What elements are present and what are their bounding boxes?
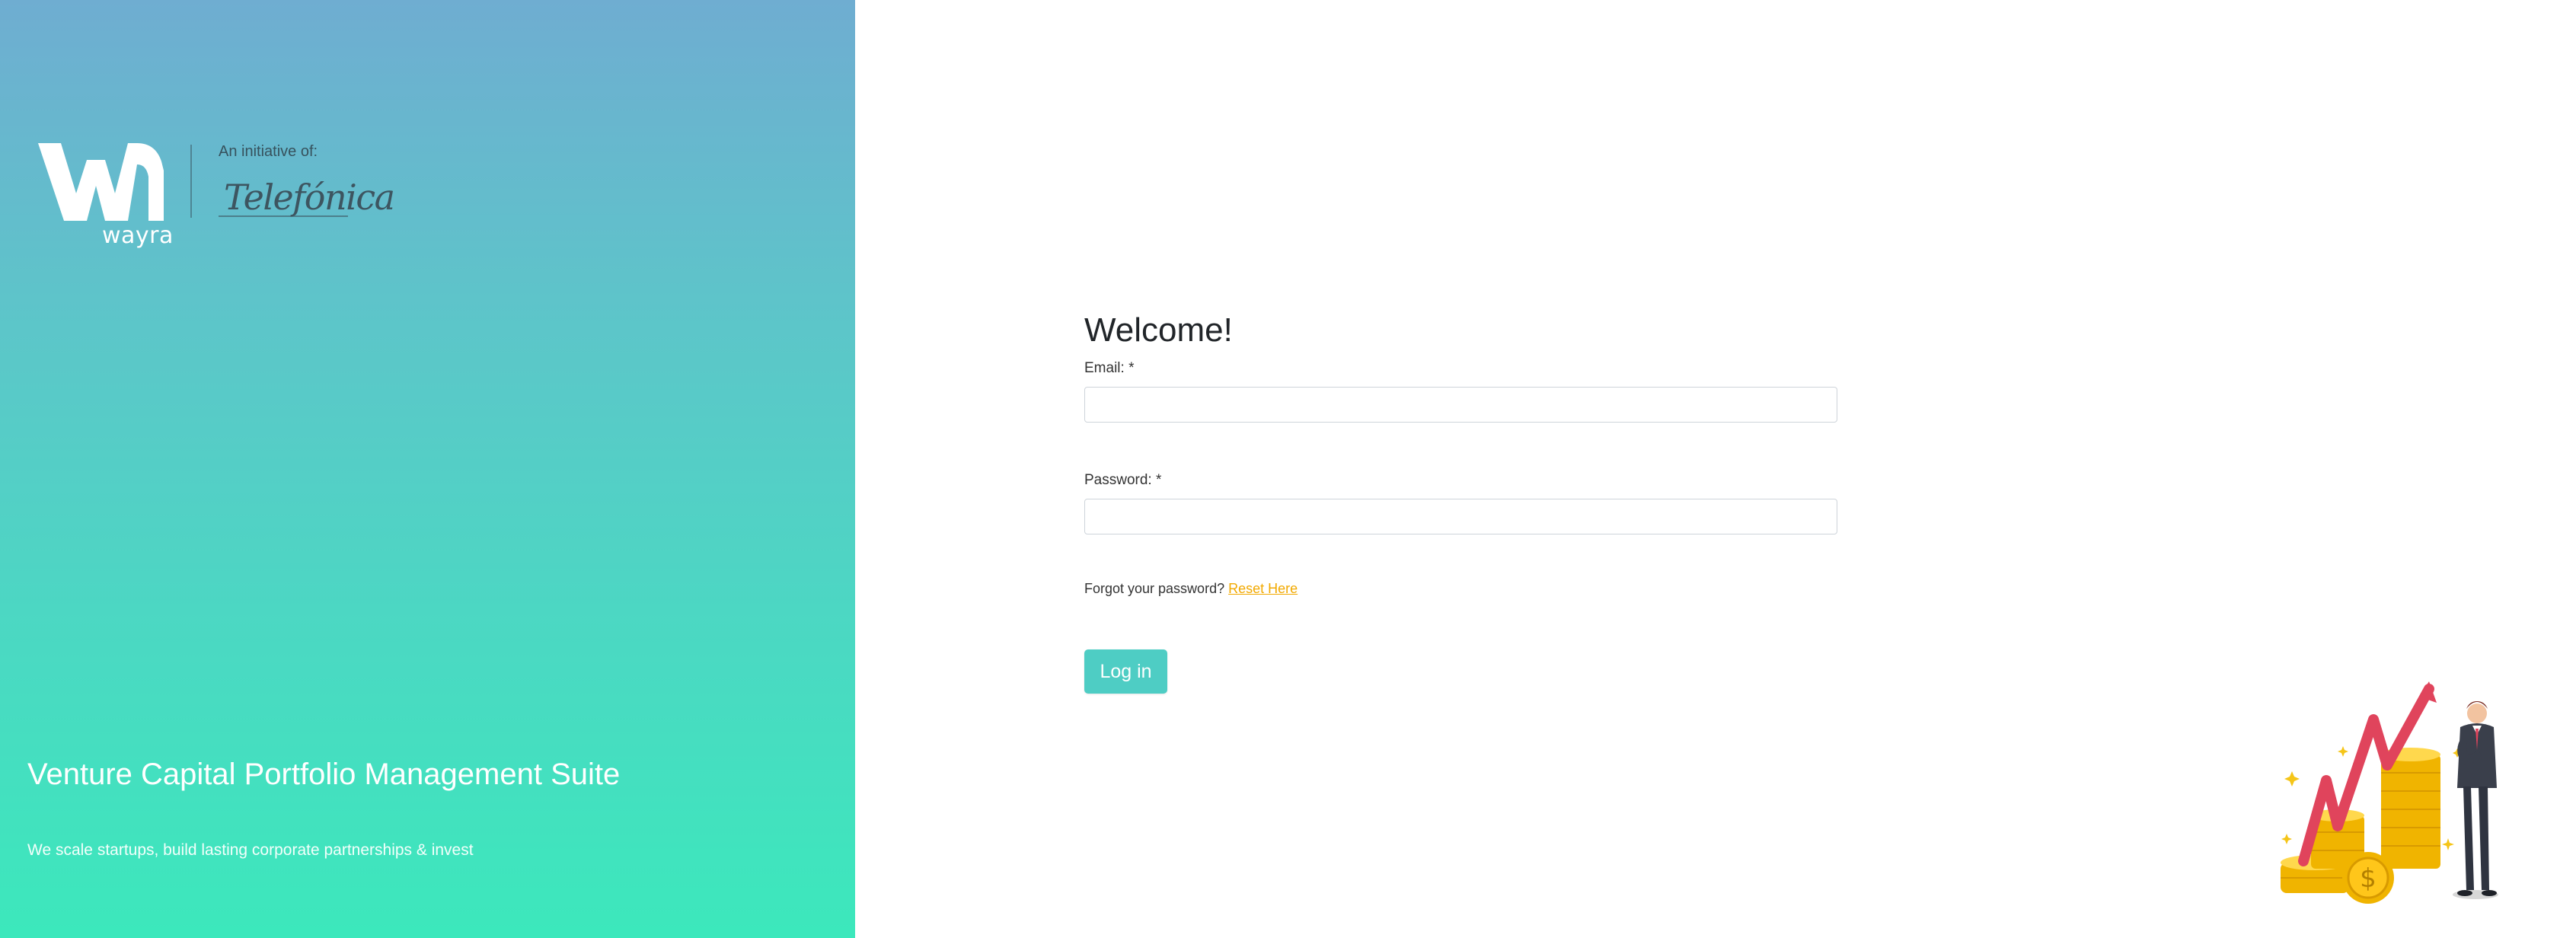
forgot-password-text: Forgot your password? bbox=[1084, 581, 1225, 596]
logo-divider bbox=[190, 145, 192, 218]
email-label: Email: * bbox=[1084, 360, 1135, 376]
suite-subtitle: We scale startups, build lasting corpora… bbox=[27, 841, 474, 859]
hero-panel: wayra An initiative of: Telefónica Ventu… bbox=[0, 0, 855, 938]
telefonica-underline bbox=[219, 215, 348, 217]
initiative-label: An initiative of: bbox=[219, 143, 318, 160]
reset-password-link[interactable]: Reset Here bbox=[1228, 581, 1298, 596]
suite-title: Venture Capital Portfolio Management Sui… bbox=[27, 758, 621, 791]
email-field[interactable] bbox=[1084, 387, 1837, 423]
forgot-password-row: Forgot your password? Reset Here bbox=[1084, 581, 1298, 597]
welcome-heading: Welcome! bbox=[1084, 311, 1233, 349]
login-button[interactable]: Log in bbox=[1084, 649, 1167, 694]
growth-illustration-icon: $ bbox=[2281, 681, 2498, 904]
password-label: Password: * bbox=[1084, 472, 1162, 488]
svg-text:$: $ bbox=[2360, 863, 2376, 894]
password-field[interactable] bbox=[1084, 499, 1837, 534]
wayra-logo-icon bbox=[38, 143, 164, 221]
telefonica-logo: Telefónica bbox=[224, 177, 395, 218]
wayra-wordmark: wayra bbox=[102, 222, 174, 249]
brand-logo: wayra An initiative of: Telefónica bbox=[38, 143, 395, 257]
